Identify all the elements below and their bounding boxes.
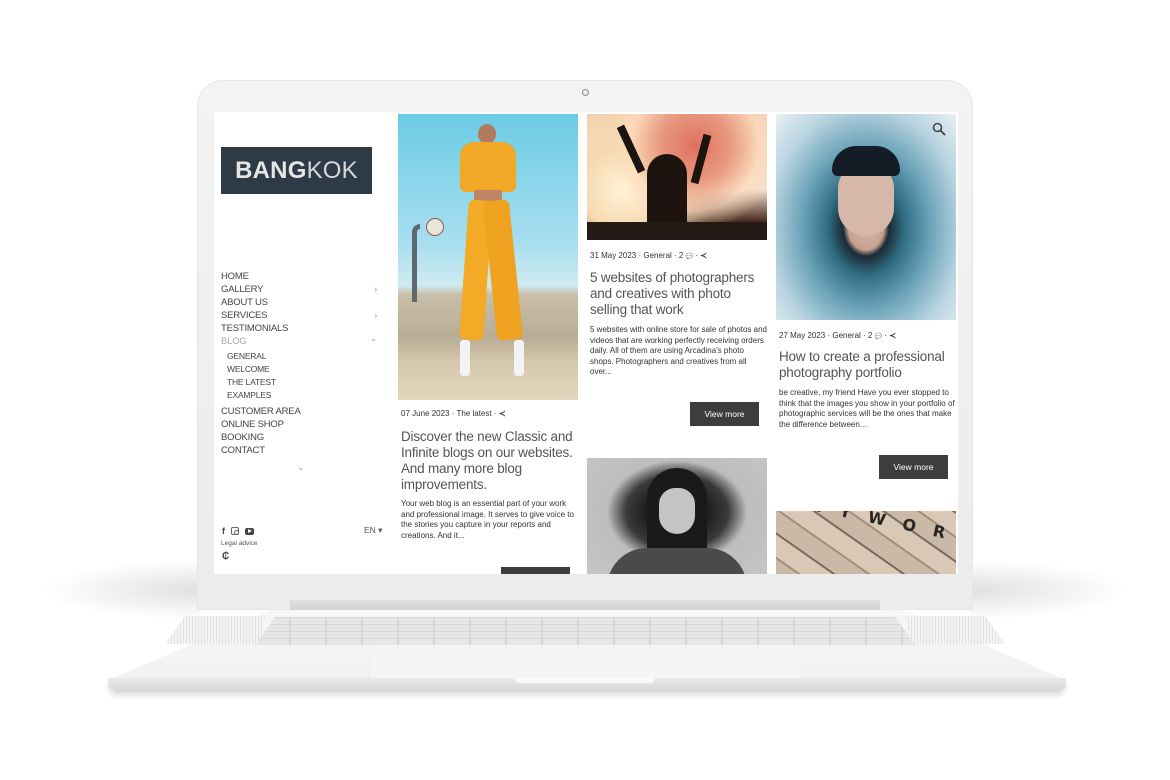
main-nav: HOME GALLERY › ABOUT US SERVICES › TESTI… <box>221 270 387 457</box>
post-meta-text: 07 June 2023 · The latest · <box>401 409 499 418</box>
post-meta-text: 27 May 2023 · General · 2 <box>779 331 875 340</box>
share-icon[interactable]: ≺ <box>889 331 896 340</box>
laptop-shadow-right <box>970 560 1130 620</box>
search-icon[interactable] <box>932 122 946 136</box>
instagram-icon[interactable] <box>231 527 239 535</box>
hoop-board <box>426 218 444 236</box>
post-excerpt: 5 websites with online store for sale of… <box>590 325 767 376</box>
post-image[interactable] <box>587 458 767 574</box>
figure-head <box>478 124 496 144</box>
nav-item-label: HOME <box>221 271 249 282</box>
facebook-icon[interactable]: f <box>222 526 225 536</box>
nav-item-contact[interactable]: CONTACT <box>221 444 387 457</box>
post-image[interactable] <box>398 114 578 400</box>
face <box>659 488 695 534</box>
figure-leg-right <box>482 199 524 341</box>
nav-subitem-welcome[interactable]: WELCOME <box>221 363 387 376</box>
post-title[interactable]: How to create a professional photography… <box>779 349 955 381</box>
view-more-button[interactable]: View more <box>879 455 948 479</box>
post-title[interactable]: Discover the new Classic and Infinite bl… <box>401 429 577 493</box>
figure-arm-right <box>690 133 712 185</box>
post-meta: 31 May 2023 · General · 2 💬 · ≺ <box>590 251 707 260</box>
share-icon[interactable]: ≺ <box>499 409 506 418</box>
nav-subitem-the-latest[interactable]: THE LATEST <box>221 376 387 389</box>
chevron-right-icon[interactable]: › <box>374 309 377 322</box>
nav-item-label: BLOG <box>221 336 247 347</box>
post-meta-text: 31 May 2023 · General · 2 <box>590 251 686 260</box>
nav-item-booking[interactable]: BOOKING <box>221 431 387 444</box>
youtube-icon[interactable] <box>245 527 254 535</box>
post-image[interactable]: K E Y W O R D S <box>776 511 956 574</box>
nav-item-label: SERVICES <box>221 310 268 321</box>
webcam-icon <box>582 89 589 96</box>
comments-icon[interactable]: 💬 <box>686 254 693 260</box>
post-image[interactable] <box>776 114 956 320</box>
logo-bold-text: BANG <box>235 156 307 184</box>
speaker-grille-right <box>905 616 1005 644</box>
hair <box>832 146 900 176</box>
figure-boot-right <box>514 340 524 376</box>
tiles-text: K E Y W O R D S <box>781 511 956 556</box>
lid-notch <box>515 678 655 683</box>
nav-item-label: GALLERY <box>221 284 264 295</box>
chevron-down-icon[interactable]: ⌄ <box>297 462 305 473</box>
chevron-down-icon[interactable]: ⌄ <box>370 332 378 345</box>
post-title[interactable]: 5 websites of photographers and creative… <box>590 270 766 318</box>
copyright-logo-icon: ₵ <box>222 551 230 562</box>
nav-item-blog[interactable]: BLOG ⌄ <box>221 332 387 348</box>
nav-item-testimonials[interactable]: TESTIMONIALS <box>221 322 387 335</box>
laptop-shadow-left <box>40 560 200 620</box>
hoop-pole <box>412 224 420 302</box>
nav-item-label: TESTIMONIALS <box>221 323 289 334</box>
site-logo[interactable]: BANG KOK <box>221 147 372 194</box>
chevron-right-icon[interactable]: › <box>374 283 377 296</box>
nav-subitem-examples[interactable]: EXAMPLES <box>221 389 387 402</box>
speaker-grille-left <box>165 616 265 644</box>
logo-light-text: KOK <box>306 156 358 184</box>
nav-item-label: ABOUT US <box>221 297 268 308</box>
social-links: f <box>222 526 254 536</box>
blog-submenu: GENERAL WELCOME THE LATEST EXAMPLES <box>221 350 387 402</box>
trackpad <box>368 645 802 678</box>
nav-item-home[interactable]: HOME <box>221 270 387 283</box>
view-more-button[interactable]: View more <box>690 402 759 426</box>
nav-item-about-us[interactable]: ABOUT US <box>221 296 387 309</box>
sidebar: BANG KOK HOME GALLERY › ABOUT US SERVICES… <box>214 112 394 574</box>
post-image[interactable] <box>587 114 767 240</box>
nav-item-services[interactable]: SERVICES › <box>221 309 387 322</box>
figure-boot-left <box>460 340 470 376</box>
post-excerpt: be creative, my friend Have you ever sto… <box>779 388 955 429</box>
legal-advice-link[interactable]: Legal advice <box>221 540 258 547</box>
post-meta: 07 June 2023 · The latest · ≺ <box>401 409 505 418</box>
nav-item-gallery[interactable]: GALLERY › <box>221 283 387 296</box>
sweater <box>607 548 747 574</box>
nav-item-customer-area[interactable]: CUSTOMER AREA <box>221 405 387 418</box>
crowd <box>587 222 767 240</box>
nav-subitem-general[interactable]: GENERAL <box>221 350 387 363</box>
laptop-hinge <box>290 600 880 610</box>
post-meta: 27 May 2023 · General · 2 💬 · ≺ <box>779 331 896 340</box>
nav-item-online-shop[interactable]: ONLINE SHOP <box>221 418 387 431</box>
language-selector[interactable]: EN ▾ <box>364 525 382 536</box>
share-icon[interactable]: ≺ <box>700 251 707 260</box>
figure-arm-left <box>616 124 646 174</box>
view-more-button[interactable]: View more <box>501 567 570 574</box>
figure-hoodie <box>460 142 516 192</box>
laptop-screen: BANG KOK HOME GALLERY › ABOUT US SERVICES… <box>214 112 958 574</box>
keyboard-rows <box>255 617 915 645</box>
comments-icon[interactable]: 💬 <box>875 334 882 340</box>
post-excerpt: Your web blog is an essential part of yo… <box>401 499 574 540</box>
